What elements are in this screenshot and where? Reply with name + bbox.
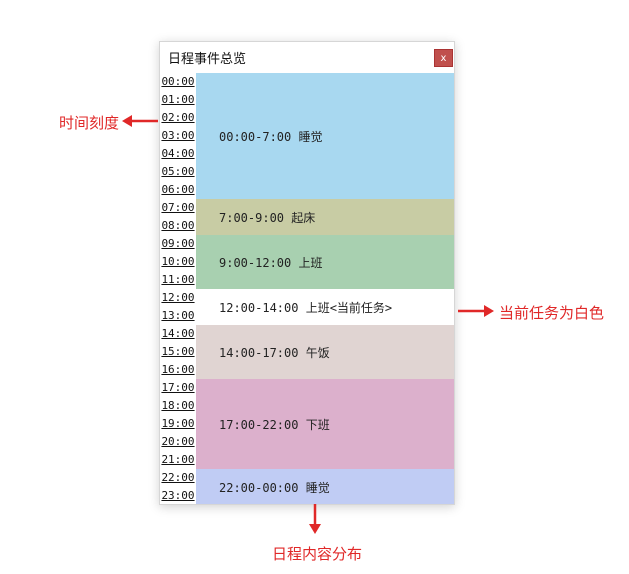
schedule-distribution-annotation: 日程内容分布 xyxy=(272,545,363,563)
time-tick: 05:00 xyxy=(161,165,195,178)
time-tick: 18:00 xyxy=(161,399,195,412)
right-arrow-icon xyxy=(458,305,494,317)
window-title: 日程事件总览 xyxy=(168,52,247,67)
time-tick: 06:00 xyxy=(161,183,195,196)
time-tick: 01:00 xyxy=(161,93,195,106)
time-tick: 10:00 xyxy=(161,255,195,268)
time-tick: 20:00 xyxy=(161,435,195,448)
time-tick: 04:00 xyxy=(161,147,195,160)
time-tick: 14:00 xyxy=(161,327,195,340)
left-arrow-icon xyxy=(122,115,158,127)
event-block[interactable]: 22:00-00:00 睡觉 xyxy=(196,469,454,504)
close-button[interactable]: x xyxy=(434,49,453,67)
event-label: 12:00-14:00 上班<当前任务> xyxy=(219,300,393,315)
time-tick: 00:00 xyxy=(161,75,195,88)
event-block[interactable]: 7:00-9:00 起床 xyxy=(196,199,454,235)
schedule-window: 日程事件总览 x 00:00 01:00 02:00 03:00 04:00 05:00 0… xyxy=(159,41,455,505)
event-label: 22:00-00:00 睡觉 xyxy=(219,480,330,495)
time-scale-column: 00:00 01:00 02:00 03:00 04:00 05:00 06:00 07:00… xyxy=(160,73,196,504)
time-tick: 16:00 xyxy=(161,363,195,376)
time-tick: 22:00 xyxy=(161,471,195,484)
time-tick: 17:00 xyxy=(161,381,195,394)
events-column: 00:00-7:00 睡觉 7:00-9:00 起床 9:00-12:00 上班 12… xyxy=(196,73,454,504)
time-tick: 09:00 xyxy=(161,237,195,250)
event-label: 17:00-22:00 下班 xyxy=(219,417,330,432)
time-tick: 12:00 xyxy=(161,291,195,304)
time-tick: 07:00 xyxy=(161,201,195,214)
time-tick: 21:00 xyxy=(161,453,195,466)
event-label: 00:00-7:00 睡觉 xyxy=(219,129,323,144)
time-tick: 03:00 xyxy=(161,129,195,142)
time-tick: 13:00 xyxy=(161,309,195,322)
time-scale-annotation: 时间刻度 xyxy=(59,114,120,132)
title-bar: 日程事件总览 x xyxy=(160,42,454,73)
canvas: 日程事件总览 x 00:00 01:00 02:00 03:00 04:00 05:00 0… xyxy=(0,0,629,574)
event-label: 7:00-9:00 起床 xyxy=(219,210,316,225)
time-tick: 15:00 xyxy=(161,345,195,358)
time-tick: 23:00 xyxy=(161,489,195,502)
current-task-annotation: 当前任务为白色 xyxy=(499,304,605,322)
event-label: 9:00-12:00 上班 xyxy=(219,255,323,270)
event-block[interactable]: 17:00-22:00 下班 xyxy=(196,379,454,469)
event-block[interactable]: 9:00-12:00 上班 xyxy=(196,235,454,289)
event-block[interactable]: 14:00-17:00 午饭 xyxy=(196,325,454,379)
down-arrow-icon xyxy=(309,504,321,534)
time-tick: 02:00 xyxy=(161,111,195,124)
event-block[interactable]: 00:00-7:00 睡觉 xyxy=(196,73,454,199)
time-tick: 19:00 xyxy=(161,417,195,430)
time-tick: 08:00 xyxy=(161,219,195,232)
time-tick: 11:00 xyxy=(161,273,195,286)
event-label: 14:00-17:00 午饭 xyxy=(219,345,330,360)
event-block[interactable]: 12:00-14:00 上班<当前任务> xyxy=(196,289,454,325)
